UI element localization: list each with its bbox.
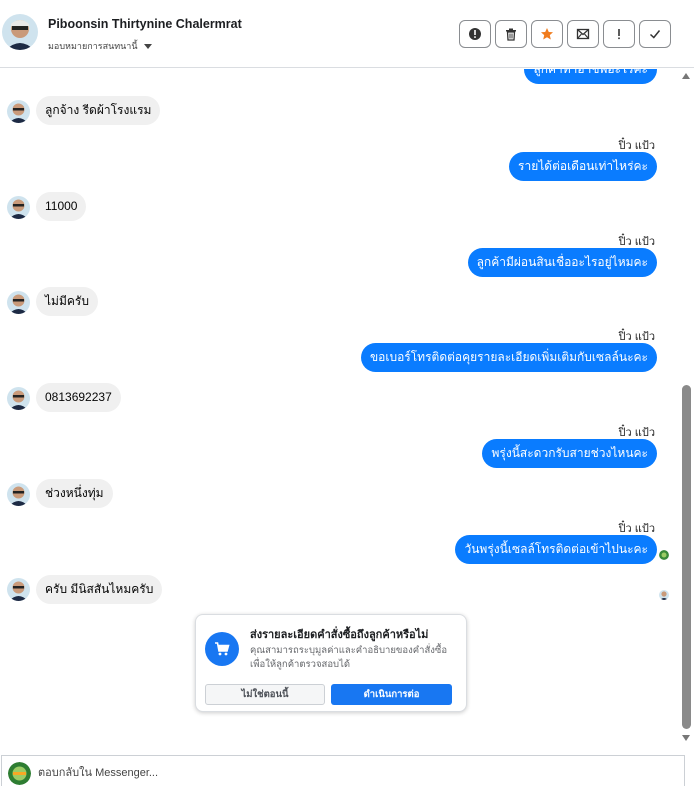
trash-icon	[506, 28, 516, 41]
mark-unread-button[interactable]	[567, 20, 599, 48]
message-bubble-incoming: 0813692237	[36, 383, 121, 412]
delete-button[interactable]	[495, 20, 527, 48]
contact-avatar-small	[7, 291, 30, 314]
continue-button[interactable]: ดำเนินการต่อ	[331, 684, 452, 705]
scrollbar-thumb[interactable]	[682, 385, 691, 729]
not-now-button[interactable]: ไม่ใช่ตอนนี้	[205, 684, 325, 705]
star-button[interactable]	[531, 20, 563, 48]
message-bubble-incoming: ครับ มีนิสสันไหมครับ	[36, 575, 163, 604]
delivered-indicator-icon	[659, 550, 669, 560]
message-bubble-outgoing: รายได้ต่อเดือนเท่าไหร่คะ	[509, 152, 657, 181]
assign-conversation-dropdown[interactable]: มอบหมายการสนทนานี้	[48, 39, 152, 53]
page-avatar	[8, 762, 31, 785]
checkmark-icon	[649, 30, 661, 39]
scroll-down-arrow-icon[interactable]	[682, 735, 690, 741]
contact-avatar-small	[7, 196, 30, 219]
send-order-details-prompt: ส่งรายละเอียดคำสั่งซื้อถึงลูกค้าหรือไม่ …	[195, 614, 467, 712]
message-bubble-outgoing: วันพรุ่งนี้เซลล์โทรติดต่อเข้าไปนะคะ	[455, 535, 657, 564]
shopping-cart-icon	[205, 632, 239, 666]
mark-unread-icon	[576, 28, 590, 40]
message-bubble-outgoing: ลูกค้าทำอาชีพอะไรคะ	[524, 69, 657, 84]
contact-name: Piboonsin Thirtynine Chalermrat	[48, 17, 242, 31]
thread-scrollbar[interactable]	[679, 69, 694, 749]
message-bubble-outgoing: ขอเบอร์โทรติดต่อคุยรายละเอียดเพิ่มเติมกั…	[360, 343, 657, 372]
conversation-actions	[459, 20, 671, 48]
messenger-inbox-window: Piboonsin Thirtynine Chalermrat มอบหมายก…	[0, 0, 694, 786]
conversation-header: Piboonsin Thirtynine Chalermrat มอบหมายก…	[0, 0, 694, 68]
message-bubble-incoming: 11000	[36, 192, 87, 221]
assign-label: มอบหมายการสนทนานี้	[48, 41, 138, 51]
contact-avatar-small	[7, 387, 30, 410]
message-bubble-outgoing: พรุ่งนี้สะดวกรับสายช่วงไหนคะ	[482, 439, 657, 468]
message-bubble-incoming: ช่วงหนึ่งทุ่ม	[36, 479, 113, 508]
reply-composer	[1, 755, 685, 786]
star-icon	[541, 28, 553, 40]
mark-done-button[interactable]	[639, 20, 671, 48]
message-bubble-incoming: ลูกจ้าง รีดผ้าโรงแรม	[36, 96, 161, 125]
reply-input[interactable]	[38, 762, 638, 784]
alert-circle-icon	[469, 28, 481, 40]
message-bubble-incoming: ไม่มีครับ	[36, 287, 98, 316]
seen-avatar-icon	[659, 590, 669, 600]
contact-avatar-small	[7, 100, 30, 123]
alert-button[interactable]	[459, 20, 491, 48]
message-bubble-outgoing: ลูกค้ามีผ่อนสินเชื่ออะไรอยู่ไหมคะ	[467, 248, 657, 277]
prompt-description: คุณสามารถระบุมูลค่าและคำอธิบายของคำสั่งซ…	[250, 645, 448, 670]
contact-avatar-small	[7, 578, 30, 601]
prompt-title: ส่งรายละเอียดคำสั่งซื้อถึงลูกค้าหรือไม่	[250, 629, 429, 641]
spam-button[interactable]	[603, 20, 635, 48]
contact-avatar[interactable]	[2, 14, 38, 50]
exclamation-icon	[618, 29, 620, 40]
caret-down-icon	[143, 43, 152, 49]
scroll-up-arrow-icon[interactable]	[682, 73, 690, 79]
contact-avatar-small	[7, 483, 30, 506]
